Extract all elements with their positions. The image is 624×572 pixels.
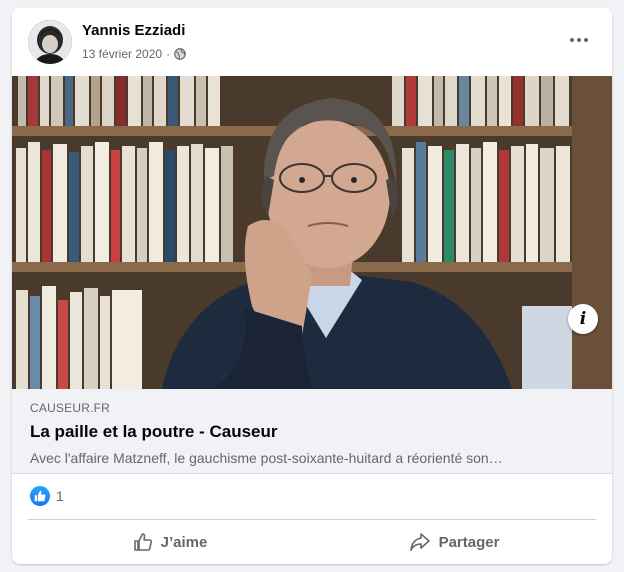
post-header: Yannis Ezziadi 13 février 2020 ·: [12, 8, 612, 76]
avatar-photo: [28, 20, 72, 64]
globe-icon: [174, 48, 186, 60]
like-reaction-icon: [30, 486, 50, 506]
info-button[interactable]: i: [568, 304, 598, 334]
reaction-count: 1: [56, 488, 64, 504]
like-label: J’aime: [160, 533, 208, 551]
thumbs-up-icon: [133, 533, 152, 551]
link-preview-image[interactable]: [12, 76, 612, 389]
meta-separator: ·: [166, 47, 171, 61]
actions-divider: [28, 519, 596, 520]
link-domain: CAUSEUR.FR: [30, 401, 111, 415]
dot: [570, 38, 574, 42]
link-title: La paille et la poutre - Causeur: [30, 422, 278, 441]
post-card: Yannis Ezziadi 13 février 2020 · i CAUSE…: [12, 8, 612, 564]
reactions-summary[interactable]: 1: [30, 486, 64, 506]
link-description: Avec l'affaire Matzneff, le gauchisme po…: [30, 450, 503, 466]
share-label: Partager: [438, 533, 500, 551]
post-date[interactable]: 13 février 2020: [82, 47, 162, 61]
thumbs-up-glyph: [34, 490, 46, 502]
portrait-photo: [12, 76, 612, 389]
more-options-button[interactable]: [566, 30, 592, 50]
author-name[interactable]: Yannis Ezziadi: [82, 22, 185, 39]
link-preview-caption[interactable]: CAUSEUR.FR La paille et la poutre - Caus…: [12, 389, 612, 474]
share-button[interactable]: Partager: [312, 522, 596, 562]
post-actions: J’aime Partager: [28, 522, 596, 562]
info-icon: i: [579, 309, 587, 329]
like-button[interactable]: J’aime: [28, 522, 312, 562]
dot: [577, 38, 581, 42]
share-arrow-icon: [409, 533, 430, 551]
dot: [584, 38, 588, 42]
author-avatar[interactable]: [28, 20, 72, 64]
post-meta: 13 février 2020 ·: [82, 47, 186, 61]
